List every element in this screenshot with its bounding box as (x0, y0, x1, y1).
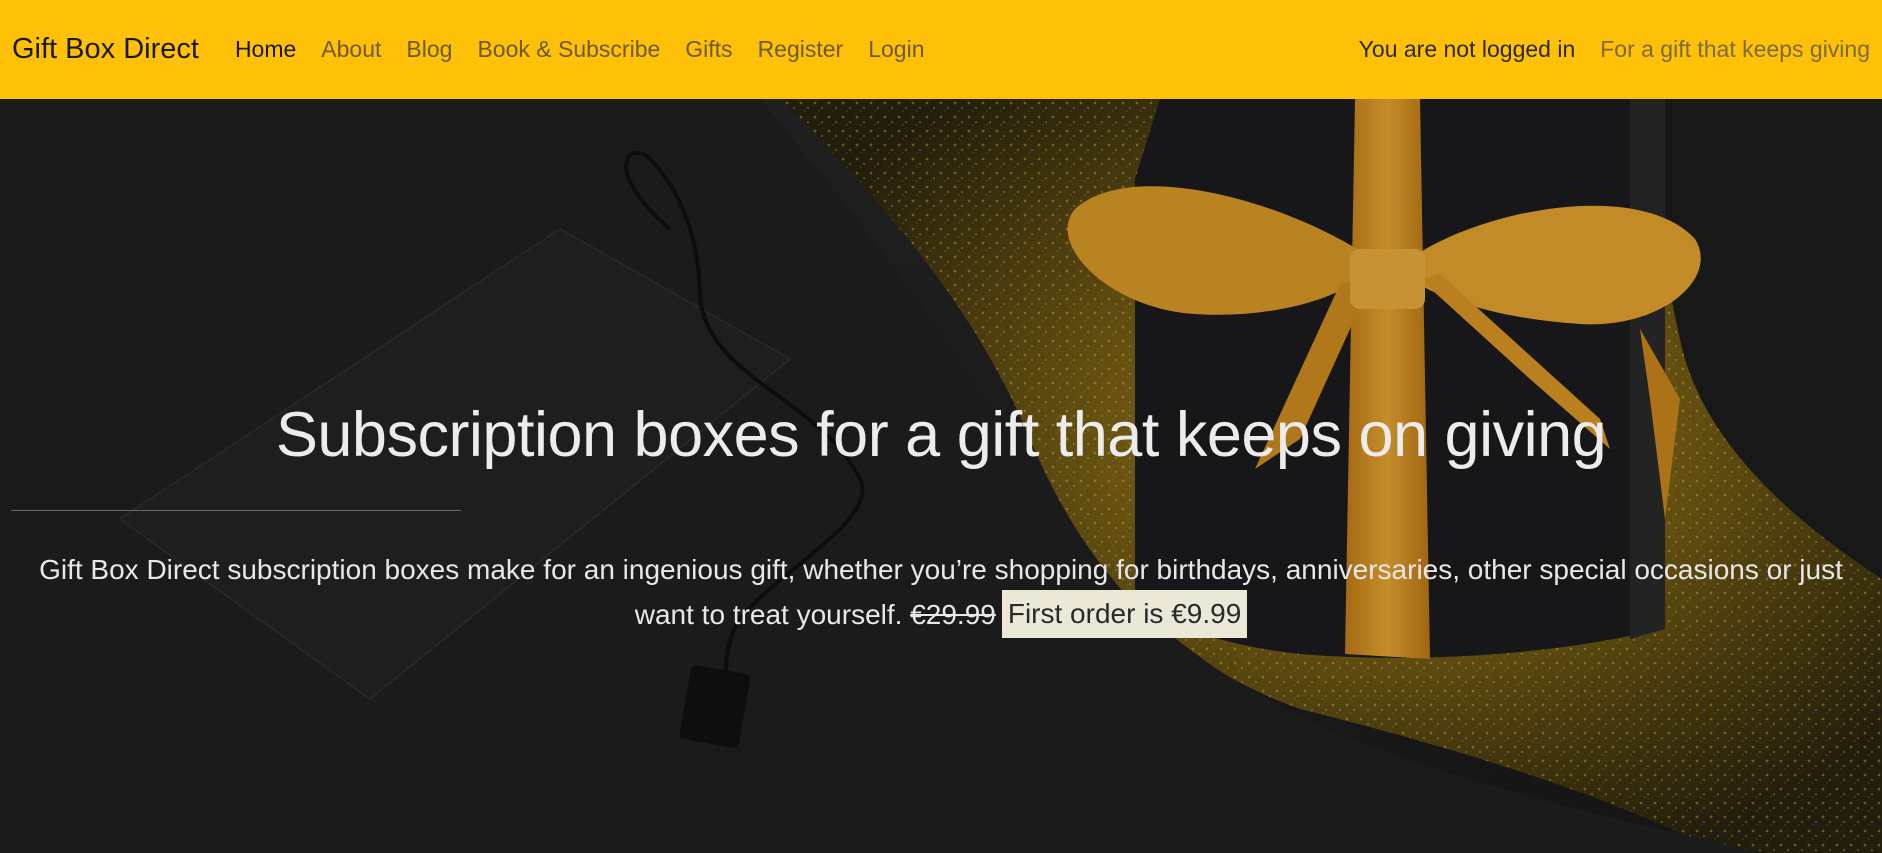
nav-link-register[interactable]: Register (758, 36, 844, 63)
nav-link-blog[interactable]: Blog (406, 36, 452, 63)
nav-right: You are not logged in For a gift that ke… (1359, 36, 1870, 63)
nav-link-login[interactable]: Login (868, 36, 924, 63)
nav-link-home[interactable]: Home (235, 36, 296, 63)
hero-section: Subscription boxes for a gift that keeps… (0, 99, 1882, 853)
hero-divider (11, 510, 461, 511)
nav-link-book-subscribe[interactable]: Book & Subscribe (477, 36, 660, 63)
first-order-offer-badge: First order is €9.99 (1001, 589, 1248, 638)
hero-description: Gift Box Direct subscription boxes make … (10, 547, 1872, 641)
nav-tagline: For a gift that keeps giving (1600, 36, 1870, 62)
nav-links: Home About Blog Book & Subscribe Gifts R… (235, 36, 950, 63)
login-status-text: You are not logged in (1358, 36, 1576, 62)
nav-link-about[interactable]: About (321, 36, 381, 63)
hero-content: Subscription boxes for a gift that keeps… (0, 99, 1882, 853)
old-price: €29.99 (910, 599, 996, 630)
hero-title: Subscription boxes for a gift that keeps… (275, 400, 1607, 470)
brand-logo-link[interactable]: Gift Box Direct (12, 33, 199, 66)
nav-link-gifts[interactable]: Gifts (685, 36, 732, 63)
top-navbar: Gift Box Direct Home About Blog Book & S… (0, 0, 1882, 99)
